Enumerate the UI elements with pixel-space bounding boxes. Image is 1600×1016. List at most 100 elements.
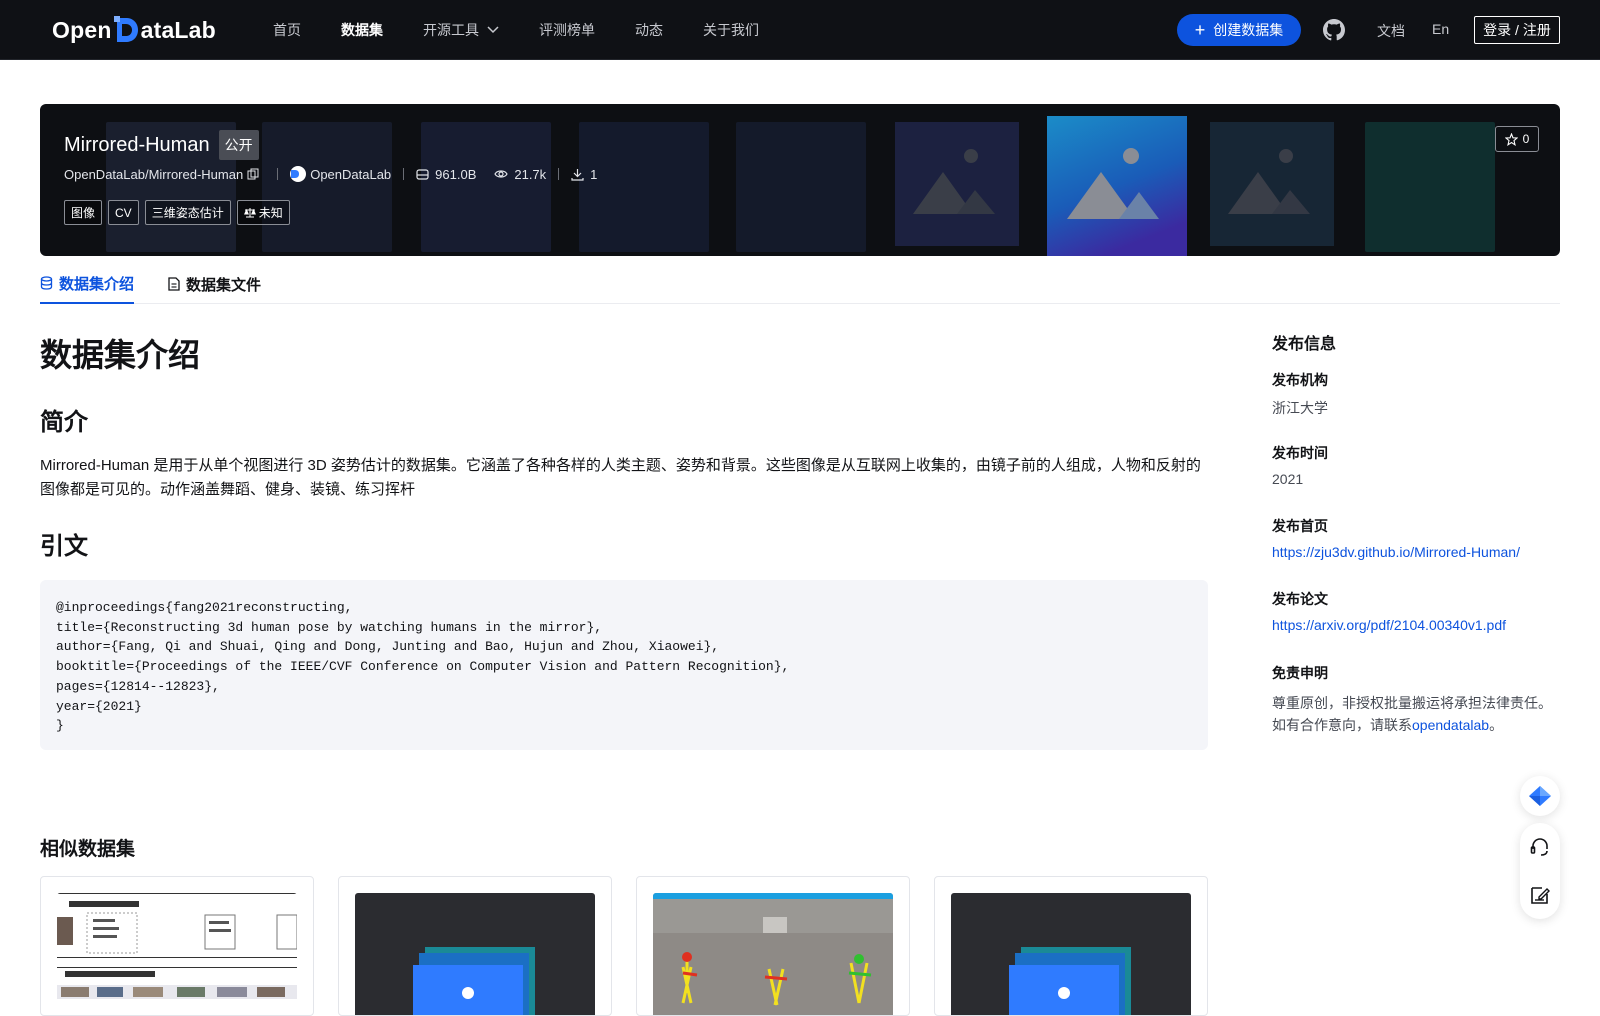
nav-datasets[interactable]: 数据集 bbox=[341, 20, 383, 40]
eye-icon bbox=[494, 170, 509, 178]
chevron-down-icon bbox=[487, 26, 499, 34]
dataset-thumbnail bbox=[653, 893, 893, 1015]
copy-icon[interactable] bbox=[247, 168, 259, 180]
feedback-edit-icon[interactable] bbox=[1528, 883, 1552, 907]
nav-leaderboard[interactable]: 评测榜单 bbox=[539, 20, 595, 40]
banner-thumbnail bbox=[895, 122, 1019, 246]
similar-datasets-heading: 相似数据集 bbox=[40, 839, 136, 860]
github-icon[interactable] bbox=[1322, 18, 1346, 42]
assistant-float-button[interactable] bbox=[1520, 776, 1560, 816]
repo-path-text: OpenDataLab/Mirrored-Human bbox=[64, 166, 244, 182]
org-avatar-icon bbox=[290, 166, 307, 182]
tab-dataset-files-label: 数据集文件 bbox=[186, 276, 262, 294]
nav-about[interactable]: 关于我们 bbox=[703, 20, 759, 40]
license-tag[interactable]: 未知 bbox=[236, 200, 290, 225]
dataset-views: 21.7k bbox=[494, 167, 546, 182]
meta-divider bbox=[558, 168, 560, 180]
similar-datasets-list bbox=[40, 876, 1232, 1016]
similar-dataset-card[interactable] bbox=[636, 876, 910, 1016]
nav-news[interactable]: 动态 bbox=[635, 20, 663, 40]
homepage-label: 发布首页 bbox=[1272, 518, 1328, 534]
star-count: 0 bbox=[1522, 132, 1530, 146]
plus-icon: + bbox=[1194, 20, 1206, 40]
scale-icon bbox=[243, 208, 256, 218]
disclaimer-part-2: 。 bbox=[1489, 717, 1504, 733]
dataset-size: 961.0B bbox=[416, 167, 476, 182]
license-value: 未知 bbox=[258, 206, 283, 220]
database-icon bbox=[40, 276, 53, 290]
dataset-views-value: 21.7k bbox=[514, 166, 547, 182]
nav-home[interactable]: 首页 bbox=[273, 20, 301, 40]
floating-toolbar bbox=[1520, 823, 1560, 919]
banner-thumbnail bbox=[421, 122, 551, 252]
disclaimer-label: 免责申明 bbox=[1272, 665, 1328, 681]
banner-thumbnail bbox=[736, 122, 866, 252]
tab-dataset-files[interactable]: 数据集文件 bbox=[168, 264, 261, 304]
dataset-title-row: Mirrored-Human 公开 bbox=[64, 130, 259, 160]
download-icon bbox=[571, 168, 584, 181]
paper-label: 发布论文 bbox=[1272, 591, 1328, 607]
tag-cv[interactable]: CV bbox=[108, 200, 139, 225]
logo-d-icon bbox=[113, 16, 140, 44]
login-register-button[interactable]: 登录 / 注册 bbox=[1474, 16, 1560, 44]
homepage-link[interactable]: https://zju3dv.github.io/Mirrored-Human/ bbox=[1272, 544, 1520, 560]
dataset-title: Mirrored-Human bbox=[64, 133, 210, 156]
publisher-value: 浙江大学 bbox=[1272, 400, 1328, 416]
nav-open-tools[interactable]: 开源工具 bbox=[423, 20, 499, 40]
storage-icon bbox=[416, 168, 429, 180]
similar-dataset-card[interactable] bbox=[40, 876, 314, 1016]
banner-thumbnail bbox=[262, 122, 392, 252]
disclaimer-text: 尊重原创，非授权批量搬运将承担法律责任。如有合作意向，请联系opendatala… bbox=[1272, 692, 1560, 736]
org-link[interactable]: OpenDataLab bbox=[290, 166, 391, 182]
similar-dataset-card[interactable] bbox=[934, 876, 1208, 1016]
dataset-downloads: 1 bbox=[571, 167, 597, 182]
tab-dataset-intro[interactable]: 数据集介绍 bbox=[40, 264, 135, 304]
tag-3d-pose[interactable]: 三维姿态估计 bbox=[144, 200, 231, 225]
file-icon bbox=[168, 277, 180, 291]
logo-text-open: Open bbox=[52, 16, 112, 43]
meta-divider bbox=[277, 168, 279, 180]
intro-text: Mirrored-Human 是用于从单个视图进行 3D 姿势估计的数据集。它涵… bbox=[40, 457, 1201, 498]
release-info-title: 发布信息 bbox=[1272, 336, 1337, 353]
banner-thumbnail bbox=[1365, 122, 1495, 252]
top-nav: Open ataLab 首页 数据集 开源工具 评测榜单 动态 关于我们 + 创… bbox=[0, 0, 1600, 60]
logo-text-rest: ataLab bbox=[140, 16, 216, 43]
release-time-value: 2021 bbox=[1272, 471, 1304, 487]
dataset-thumbnail bbox=[57, 893, 297, 1015]
release-time-label: 发布时间 bbox=[1272, 445, 1328, 461]
citation-text: @inproceedings{fang2021reconstructing, t… bbox=[56, 600, 790, 734]
dataset-meta: OpenDataLab/Mirrored-Human OpenDataLab 9… bbox=[64, 166, 597, 182]
similar-dataset-card[interactable] bbox=[338, 876, 612, 1016]
repo-path: OpenDataLab/Mirrored-Human bbox=[64, 167, 265, 182]
nav-docs[interactable]: 文档 bbox=[1377, 21, 1405, 41]
dataset-banner: Mirrored-Human 公开 OpenDataLab/Mirrored-H… bbox=[40, 104, 1560, 256]
dataset-thumbnail bbox=[951, 893, 1191, 1015]
banner-thumbnail bbox=[1210, 122, 1334, 246]
org-name: OpenDataLab bbox=[310, 166, 392, 182]
paper-link[interactable]: https://arxiv.org/pdf/2104.00340v1.pdf bbox=[1272, 617, 1506, 633]
citation-block: @inproceedings{fang2021reconstructing, t… bbox=[40, 580, 1208, 750]
banner-thumbnail bbox=[579, 122, 709, 252]
banner-thumbnail-highlight bbox=[1047, 116, 1187, 256]
star-icon bbox=[1504, 132, 1518, 146]
star-button[interactable]: 0 bbox=[1495, 126, 1539, 152]
opendatalab-logo[interactable]: Open ataLab bbox=[52, 14, 216, 46]
intro-heading: 简介 bbox=[40, 409, 88, 436]
dataset-tags: 图像 CV 三维姿态估计 未知 bbox=[64, 200, 296, 225]
tag-image[interactable]: 图像 bbox=[64, 200, 103, 225]
diamond-logo-icon bbox=[1529, 786, 1551, 806]
nav-language[interactable]: En bbox=[1432, 21, 1449, 37]
citation-heading: 引文 bbox=[40, 533, 88, 560]
create-dataset-label: 创建数据集 bbox=[1213, 22, 1284, 38]
publisher-label: 发布机构 bbox=[1272, 372, 1328, 388]
page-heading: 数据集介绍 bbox=[40, 337, 201, 373]
nav-open-tools-label: 开源工具 bbox=[423, 22, 479, 38]
headset-icon[interactable] bbox=[1528, 835, 1552, 859]
create-dataset-button[interactable]: + 创建数据集 bbox=[1177, 14, 1301, 46]
dataset-size-value: 961.0B bbox=[435, 166, 477, 182]
tab-dataset-intro-label: 数据集介绍 bbox=[59, 275, 135, 293]
visibility-badge: 公开 bbox=[218, 130, 259, 160]
contact-link[interactable]: opendatalab bbox=[1412, 717, 1489, 733]
nav-links: 首页 数据集 开源工具 评测榜单 动态 关于我们 bbox=[273, 0, 799, 60]
meta-divider bbox=[403, 168, 405, 180]
